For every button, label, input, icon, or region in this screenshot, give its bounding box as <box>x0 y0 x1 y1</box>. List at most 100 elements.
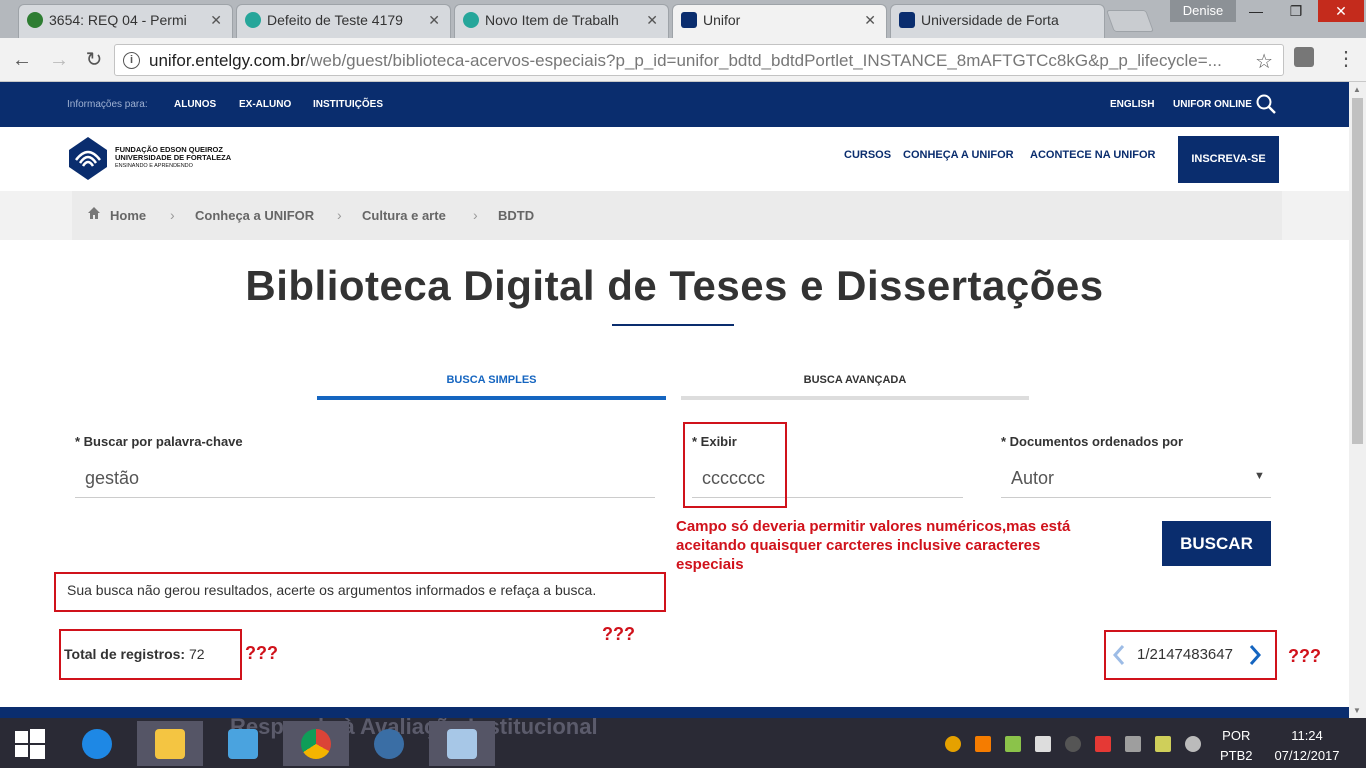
tray-app-icon[interactable] <box>945 736 961 752</box>
taskbar-ie[interactable] <box>64 721 130 766</box>
page-scrollbar[interactable]: ▲ ▼ <box>1349 82 1366 718</box>
tray-app-icon[interactable] <box>1095 736 1111 752</box>
reload-button[interactable]: ↻ <box>82 48 106 72</box>
nav-link-alunos[interactable]: ALUNOS <box>174 99 216 110</box>
tray-app-icon[interactable] <box>975 736 991 752</box>
tab-label: Unifor <box>703 12 741 28</box>
notepad-icon <box>447 729 477 759</box>
tab-close-icon[interactable]: ✕ <box>864 5 876 35</box>
main-nav-acontece[interactable]: ACONTECE NA UNIFOR <box>1030 149 1155 161</box>
pager-next-icon[interactable] <box>1247 643 1263 667</box>
unifor-logo-icon[interactable] <box>68 136 108 181</box>
tab-close-icon[interactable]: ✕ <box>428 5 440 35</box>
maximize-button[interactable]: ❐ <box>1276 0 1316 22</box>
no-results-message: Sua busca não gerou resultados, acerte o… <box>67 582 597 598</box>
breadcrumb-current: BDTD <box>498 208 535 223</box>
tray-app-icon[interactable] <box>1155 736 1171 752</box>
back-button[interactable]: ← <box>10 48 34 72</box>
inscreva-se-button[interactable]: INSCREVA-SE <box>1178 136 1279 183</box>
taskbar-explorer[interactable] <box>137 721 203 766</box>
footer-strip <box>0 707 1349 718</box>
scrollbar-thumb[interactable] <box>1352 98 1363 444</box>
search-icon[interactable] <box>1256 94 1276 114</box>
tray-app-icon[interactable] <box>1065 736 1081 752</box>
forward-button[interactable]: → <box>47 48 71 72</box>
site-info-icon[interactable]: i <box>123 52 140 69</box>
breadcrumb-cultura[interactable]: Cultura e arte <box>362 208 446 223</box>
browser-tab[interactable]: Defeito de Teste 4179 ✕ <box>236 4 451 38</box>
flag-icon[interactable] <box>1035 736 1051 752</box>
browser-tab[interactable]: 3654: REQ 04 - Permi ✕ <box>18 4 233 38</box>
language-code: POR <box>1222 728 1251 743</box>
order-select[interactable] <box>1001 460 1271 498</box>
bookmark-star-icon[interactable]: ☆ <box>1255 49 1273 74</box>
tab-label: Novo Item de Trabalh <box>485 12 619 28</box>
title-divider <box>612 324 734 326</box>
nav-link-instituicoes[interactable]: INSTITUIÇÕES <box>313 99 383 110</box>
close-window-button[interactable]: ✕ <box>1318 0 1364 22</box>
url-bar[interactable]: i unifor.entelgy.com.br/web/guest/biblio… <box>114 44 1284 76</box>
extension-icon[interactable] <box>1294 47 1314 67</box>
scroll-up-arrow-icon[interactable]: ▲ <box>1353 85 1361 94</box>
page-title: Biblioteca Digital de Teses e Dissertaçõ… <box>245 262 1104 309</box>
internet-explorer-icon <box>82 729 112 759</box>
tab-close-icon[interactable]: ✕ <box>210 5 222 35</box>
system-clock[interactable]: 11:24 07/12/2017 <box>1267 726 1347 766</box>
breadcrumb-separator: › <box>473 207 478 223</box>
tab-busca-avancada[interactable]: BUSCA AVANÇADA <box>681 364 1029 400</box>
nav-link-ex-aluno[interactable]: EX-ALUNO <box>239 99 291 110</box>
scroll-down-arrow-icon[interactable]: ▼ <box>1353 706 1361 715</box>
tab-favicon-icon <box>245 12 261 28</box>
total-records: Total de registros: 72 <box>64 646 205 662</box>
browser-tab-active[interactable]: Unifor ✕ <box>672 4 887 38</box>
browser-tab[interactable]: Novo Item de Trabalh ✕ <box>454 4 669 38</box>
tab-label: 3654: REQ 04 - Permi <box>49 12 187 28</box>
tab-favicon-icon <box>899 12 915 28</box>
taskbar-chrome[interactable] <box>283 721 349 766</box>
minimize-button[interactable]: — <box>1236 0 1276 22</box>
home-icon[interactable] <box>87 206 101 220</box>
tray-mail-icon[interactable] <box>1005 736 1021 752</box>
windows-start-icon[interactable] <box>14 728 46 760</box>
url-host: unifor.entelgy.com.br <box>149 51 306 70</box>
keyword-input[interactable] <box>75 460 655 498</box>
annotation-question-1: ??? <box>602 624 635 644</box>
browser-menu-icon[interactable]: ⋮ <box>1336 46 1356 71</box>
network-icon[interactable] <box>1125 736 1141 752</box>
nav-link-unifor-online[interactable]: UNIFOR ONLINE <box>1173 99 1252 110</box>
taskbar-thunderbird[interactable] <box>356 721 422 766</box>
breadcrumb-conheca[interactable]: Conheça a UNIFOR <box>195 208 314 223</box>
clock-time: 11:24 <box>1291 728 1323 743</box>
app-store-icon <box>228 729 258 759</box>
main-nav-cursos[interactable]: CURSOS <box>844 149 891 161</box>
keyboard-layout: PTB2 <box>1220 748 1253 763</box>
url-path: /web/guest/biblioteca-acervos-especiais?… <box>305 51 1222 70</box>
browser-tab[interactable]: Universidade de Forta <box>890 4 1105 38</box>
url-text: unifor.entelgy.com.br/web/guest/bibliote… <box>149 51 1222 71</box>
new-tab-button[interactable] <box>1105 10 1155 32</box>
logo-line-2: UNIVERSIDADE DE FORTALEZA <box>115 153 232 162</box>
volume-icon[interactable] <box>1185 736 1201 752</box>
buscar-button[interactable]: BUSCAR <box>1162 521 1271 566</box>
nav-link-english[interactable]: ENGLISH <box>1110 99 1154 110</box>
language-indicator[interactable]: POR PTB2 <box>1220 726 1253 766</box>
chrome-icon <box>301 729 331 759</box>
tab-close-icon[interactable]: ✕ <box>646 5 658 35</box>
breadcrumb-home[interactable]: Home <box>110 208 146 223</box>
tab-favicon-icon <box>681 12 697 28</box>
tab-busca-simples[interactable]: BUSCA SIMPLES <box>317 364 666 400</box>
taskbar-store[interactable] <box>210 721 276 766</box>
chevron-down-icon[interactable]: ▼ <box>1254 470 1265 482</box>
profile-badge[interactable]: Denise <box>1170 0 1236 22</box>
breadcrumb-separator: › <box>170 207 175 223</box>
breadcrumb: Home › Conheça a UNIFOR › Cultura e arte… <box>0 191 1349 240</box>
main-nav-conheca[interactable]: CONHEÇA A UNIFOR <box>903 149 1014 161</box>
site-top-nav: Informações para: ALUNOS EX-ALUNO INSTIT… <box>0 82 1349 127</box>
pager-text: 1/2147483647 <box>1137 646 1233 663</box>
site-header: FUNDAÇÃO EDSON QUEIROZ UNIVERSIDADE DE F… <box>0 127 1349 191</box>
tab-favicon-icon <box>27 12 43 28</box>
taskbar-notepad[interactable] <box>429 721 495 766</box>
order-label: * Documentos ordenados por <box>1001 434 1184 449</box>
pager-prev-icon[interactable] <box>1111 643 1127 667</box>
total-value: 72 <box>188 646 205 662</box>
